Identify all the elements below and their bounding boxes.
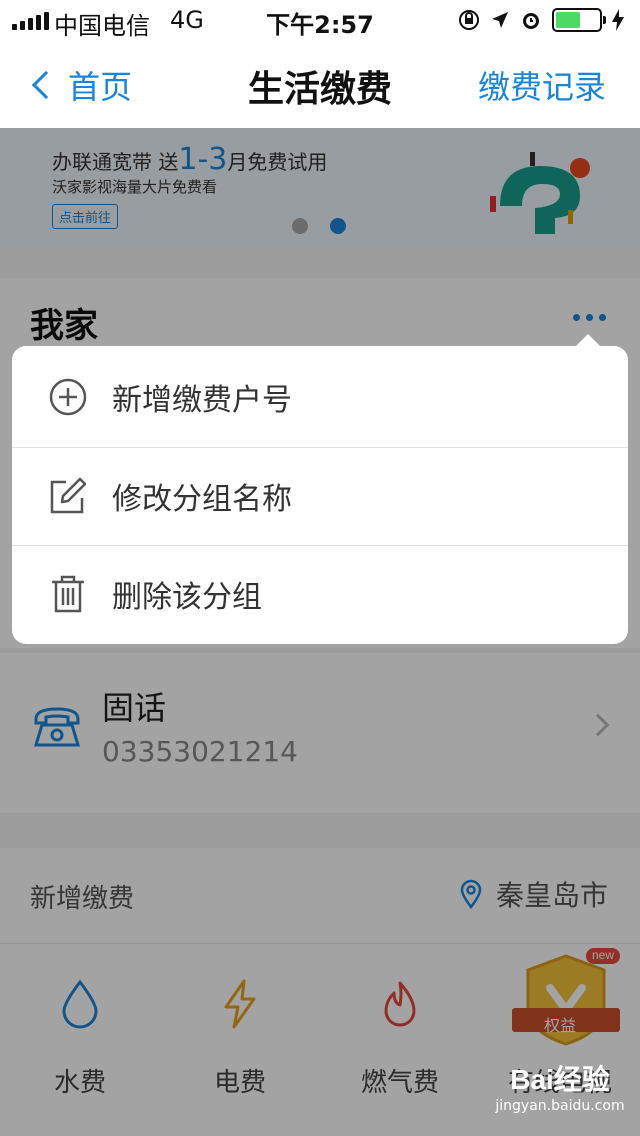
menu-item-rename-group[interactable]: 修改分组名称 [12, 447, 628, 545]
menu-item-delete-group[interactable]: 删除该分组 [12, 545, 628, 643]
payment-records-button[interactable]: 缴费记录 [478, 62, 606, 108]
status-icons [458, 8, 624, 32]
status-bar: 中国电信 4G 下午2:57 [0, 0, 640, 40]
group-options-menu: 新增缴费户号 修改分组名称 删除该分组 [12, 346, 628, 644]
alarm-icon [523, 13, 539, 29]
trash-icon [52, 575, 84, 613]
orientation-lock-icon [459, 10, 479, 30]
menu-item-add-account[interactable]: 新增缴费户号 [12, 348, 628, 446]
watermark-url: jingyan.baidu.com [495, 1098, 625, 1114]
watermark-logo: Bai经验 [510, 1064, 610, 1095]
watermark: Bai经验 jingyan.baidu.com [490, 1058, 630, 1128]
charging-icon [612, 9, 624, 31]
edit-icon [50, 477, 87, 514]
battery-icon [552, 8, 606, 32]
menu-item-label: 新增缴费户号 [112, 383, 292, 418]
menu-item-label: 删除该分组 [112, 580, 262, 615]
navigation-bar: 首页 生活缴费 缴费记录 [0, 40, 640, 128]
location-arrow-icon [492, 12, 508, 28]
add-circle-icon [49, 378, 87, 416]
menu-item-label: 修改分组名称 [112, 482, 292, 517]
